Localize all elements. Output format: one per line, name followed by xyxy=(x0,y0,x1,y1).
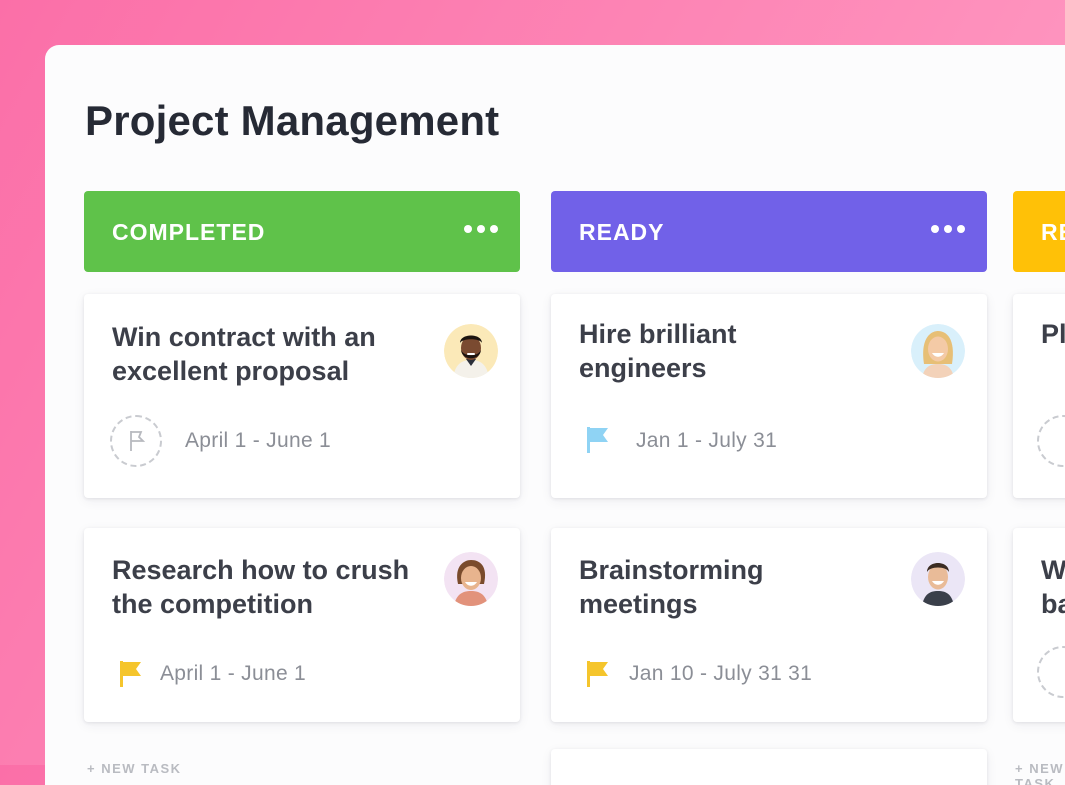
man-smiling-avatar[interactable] xyxy=(911,552,965,606)
task-title: Win contract with an excellent proposal xyxy=(112,322,376,386)
task-date: Jan 1 - July 31 xyxy=(636,429,778,452)
column-label: RE xyxy=(1041,219,1065,245)
task-date: April 1 - June 1 xyxy=(185,429,332,452)
task-card-partial[interactable] xyxy=(551,749,987,785)
task-card[interactable]: Win contract with an excellent proposal … xyxy=(84,294,520,498)
task-title: Brainstorming meetings xyxy=(579,555,764,619)
woman-smiling-avatar[interactable] xyxy=(444,552,498,606)
column-label: READY xyxy=(579,219,665,245)
yellow-flag-icon[interactable] xyxy=(118,659,144,689)
page-title: Project Management xyxy=(85,97,500,144)
flag-empty-icon[interactable] xyxy=(110,415,162,467)
task-title: Hire brilliant engineers xyxy=(579,319,737,383)
man-dark-beard-avatar[interactable] xyxy=(444,324,498,378)
more-options-icon[interactable] xyxy=(931,225,965,233)
column-header-ready[interactable]: READY xyxy=(551,191,987,272)
new-task-button[interactable]: + NEW TASK xyxy=(87,761,182,776)
column-header-completed[interactable]: COMPLETED xyxy=(84,191,520,272)
task-date: April 1 - June 1 xyxy=(160,662,307,685)
task-title: Pl xyxy=(1041,319,1065,349)
task-card[interactable]: Pl xyxy=(1013,294,1065,498)
flag-empty-icon[interactable] xyxy=(1037,646,1065,698)
flag-empty-icon[interactable] xyxy=(1037,415,1065,467)
board-panel: Project Management COMPLETED Win contrac… xyxy=(45,45,1065,785)
task-card[interactable]: Hire brilliant engineers Jan 1 - July 31 xyxy=(551,294,987,498)
column-header-third[interactable]: RE xyxy=(1013,191,1065,272)
task-card[interactable]: W ba xyxy=(1013,528,1065,722)
yellow-flag-icon[interactable] xyxy=(585,659,611,689)
task-date: Jan 10 - July 31 31 xyxy=(629,662,813,685)
more-options-icon[interactable] xyxy=(464,225,498,233)
woman-blonde-avatar[interactable] xyxy=(911,324,965,378)
task-title: W ba xyxy=(1041,555,1065,619)
task-card[interactable]: Brainstorming meetings Jan 10 - July 31 … xyxy=(551,528,987,722)
blue-flag-icon[interactable] xyxy=(585,425,611,455)
column-label: COMPLETED xyxy=(112,219,266,245)
task-title: Research how to crush the competition xyxy=(112,555,410,619)
task-card[interactable]: Research how to crush the competition Ap… xyxy=(84,528,520,722)
